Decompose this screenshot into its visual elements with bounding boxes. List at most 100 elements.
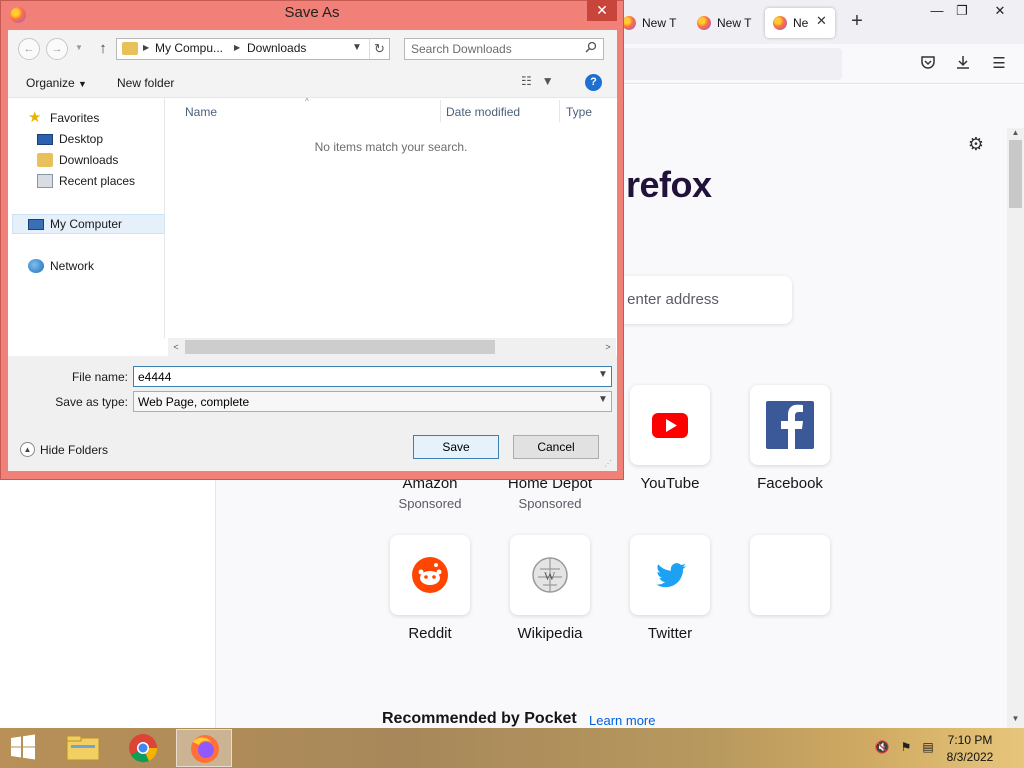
- clock-time[interactable]: 7:10 PM: [940, 733, 1000, 747]
- chevron-up-icon: ▲: [20, 442, 35, 457]
- learn-more-link[interactable]: Learn more: [589, 713, 655, 728]
- empty-list-message: No items match your search.: [314, 140, 468, 154]
- up-arrow-icon[interactable]: ↑: [95, 38, 111, 60]
- speaker-muted-icon[interactable]: 🔇: [874, 740, 890, 756]
- horizontal-scrollbar-thumb[interactable]: [185, 340, 495, 354]
- site-tile-wikipedia[interactable]: W: [510, 535, 590, 615]
- cancel-button[interactable]: Cancel: [513, 435, 599, 459]
- column-header-row: [166, 98, 616, 124]
- reddit-icon: [412, 557, 448, 593]
- restore-icon[interactable]: ❐: [947, 0, 977, 24]
- chevron-down-icon[interactable]: ▼: [350, 42, 364, 56]
- page-scrollbar[interactable]: [1007, 128, 1024, 728]
- breadcrumb-arrow-icon[interactable]: ▶: [234, 43, 240, 52]
- browser-tab[interactable]: New T: [697, 8, 759, 38]
- star-icon: ★: [28, 109, 42, 126]
- site-tile-youtube[interactable]: [630, 385, 710, 465]
- breadcrumb-arrow-icon[interactable]: ▶: [143, 43, 149, 52]
- network-status-icon[interactable]: ▤: [920, 740, 936, 756]
- chevron-down-icon[interactable]: ▼: [596, 394, 610, 409]
- firefox-icon: [622, 16, 636, 30]
- site-label-wikipedia[interactable]: Wikipedia: [480, 625, 620, 642]
- firefox-icon: [191, 735, 219, 763]
- hide-folders-button[interactable]: ▲ Hide Folders: [20, 442, 108, 457]
- breadcrumb-downloads[interactable]: Downloads: [247, 41, 306, 55]
- taskbar-file-explorer[interactable]: [58, 729, 108, 767]
- facebook-icon: [766, 401, 814, 449]
- tree-item-favorites[interactable]: ★ Favorites: [28, 109, 99, 127]
- recent-places-icon: [37, 174, 53, 188]
- site-label-reddit[interactable]: Reddit: [360, 625, 500, 642]
- dialog-close-button[interactable]: ✕: [587, 0, 617, 21]
- tree-item-my-computer[interactable]: My Computer: [28, 215, 122, 233]
- new-tab-plus-icon[interactable]: +: [848, 11, 866, 31]
- tree-item-network[interactable]: Network: [28, 257, 94, 275]
- view-options-icon[interactable]: ☷ ▼: [521, 74, 561, 92]
- twitter-icon: [656, 563, 686, 588]
- pocket-icon[interactable]: [918, 54, 938, 74]
- scroll-left-arrow-icon[interactable]: <: [170, 340, 182, 354]
- tab-label: Ne: [793, 16, 809, 30]
- downloads-icon[interactable]: [953, 54, 973, 74]
- scroll-down-arrow-icon[interactable]: ▼: [1008, 714, 1023, 726]
- column-type[interactable]: Type: [566, 105, 592, 119]
- taskbar-chrome[interactable]: [118, 729, 168, 767]
- windows-logo-icon: [11, 734, 35, 760]
- organize-menu-button[interactable]: Organize ▼: [26, 76, 87, 90]
- forward-arrow-icon[interactable]: →: [46, 38, 68, 60]
- tree-label: Desktop: [59, 132, 104, 146]
- back-arrow-icon[interactable]: ←: [18, 38, 40, 60]
- menu-icon[interactable]: ☰: [989, 54, 1009, 74]
- site-tile-empty[interactable]: [750, 535, 830, 615]
- site-tile-twitter[interactable]: [630, 535, 710, 615]
- window-close-icon[interactable]: ✕: [985, 0, 1015, 24]
- file-name-input[interactable]: [133, 366, 612, 387]
- new-folder-button[interactable]: New folder: [117, 76, 174, 90]
- save-button[interactable]: Save: [413, 435, 499, 459]
- tree-item-downloads[interactable]: Downloads: [37, 151, 118, 169]
- tree-label: Favorites: [50, 111, 100, 125]
- column-name[interactable]: Name: [185, 105, 217, 119]
- column-date-modified[interactable]: Date modified: [446, 105, 520, 119]
- column-divider[interactable]: [440, 100, 441, 122]
- resize-grip-icon[interactable]: ⋰: [604, 459, 614, 469]
- site-tile-reddit[interactable]: [390, 535, 470, 615]
- gear-icon[interactable]: ⚙: [965, 134, 987, 156]
- tree-item-desktop[interactable]: Desktop: [37, 130, 103, 148]
- sidebar-blank: [0, 480, 215, 728]
- file-name-label: File name:: [71, 370, 128, 384]
- breadcrumb-my-computer[interactable]: My Compu...: [155, 41, 223, 55]
- tree-label: My Computer: [50, 217, 123, 231]
- scrollbar-thumb[interactable]: [1009, 140, 1022, 208]
- site-label-facebook[interactable]: Facebook: [720, 475, 860, 492]
- youtube-icon: [652, 413, 688, 438]
- clock-date[interactable]: 8/3/2022: [940, 750, 1000, 764]
- start-button[interactable]: [8, 734, 40, 762]
- wikipedia-icon: W: [532, 557, 568, 593]
- tree-item-recent-places[interactable]: Recent places: [37, 172, 135, 190]
- network-icon: [28, 259, 44, 273]
- taskbar-firefox[interactable]: [176, 729, 232, 767]
- tree-label: Recent places: [59, 174, 136, 188]
- chevron-down-icon: ▼: [78, 79, 87, 89]
- site-tile-facebook[interactable]: [750, 385, 830, 465]
- column-divider[interactable]: [559, 100, 560, 122]
- tree-label: Network: [50, 259, 95, 273]
- site-label-twitter[interactable]: Twitter: [600, 625, 740, 642]
- scroll-right-arrow-icon[interactable]: >: [602, 340, 614, 354]
- hide-folders-label: Hide Folders: [40, 442, 109, 457]
- scroll-up-arrow-icon[interactable]: ▲: [1008, 128, 1023, 140]
- url-bar[interactable]: [620, 48, 842, 80]
- search-input[interactable]: [404, 38, 604, 60]
- refresh-icon[interactable]: ↻: [369, 39, 389, 59]
- tab-close-icon[interactable]: ✕: [816, 13, 828, 29]
- action-center-flag-icon[interactable]: ⚑: [898, 740, 914, 756]
- save-as-type-select[interactable]: Web Page, complete: [133, 391, 612, 412]
- sort-caret-icon: ^: [305, 97, 309, 106]
- browser-tab[interactable]: New T: [622, 8, 684, 38]
- chevron-down-icon[interactable]: ▼: [596, 369, 610, 384]
- recent-locations-chevron-icon[interactable]: ▼: [75, 43, 83, 52]
- search-icon[interactable]: [583, 41, 599, 57]
- help-icon[interactable]: ?: [585, 74, 602, 91]
- organize-label: Organize: [26, 76, 75, 90]
